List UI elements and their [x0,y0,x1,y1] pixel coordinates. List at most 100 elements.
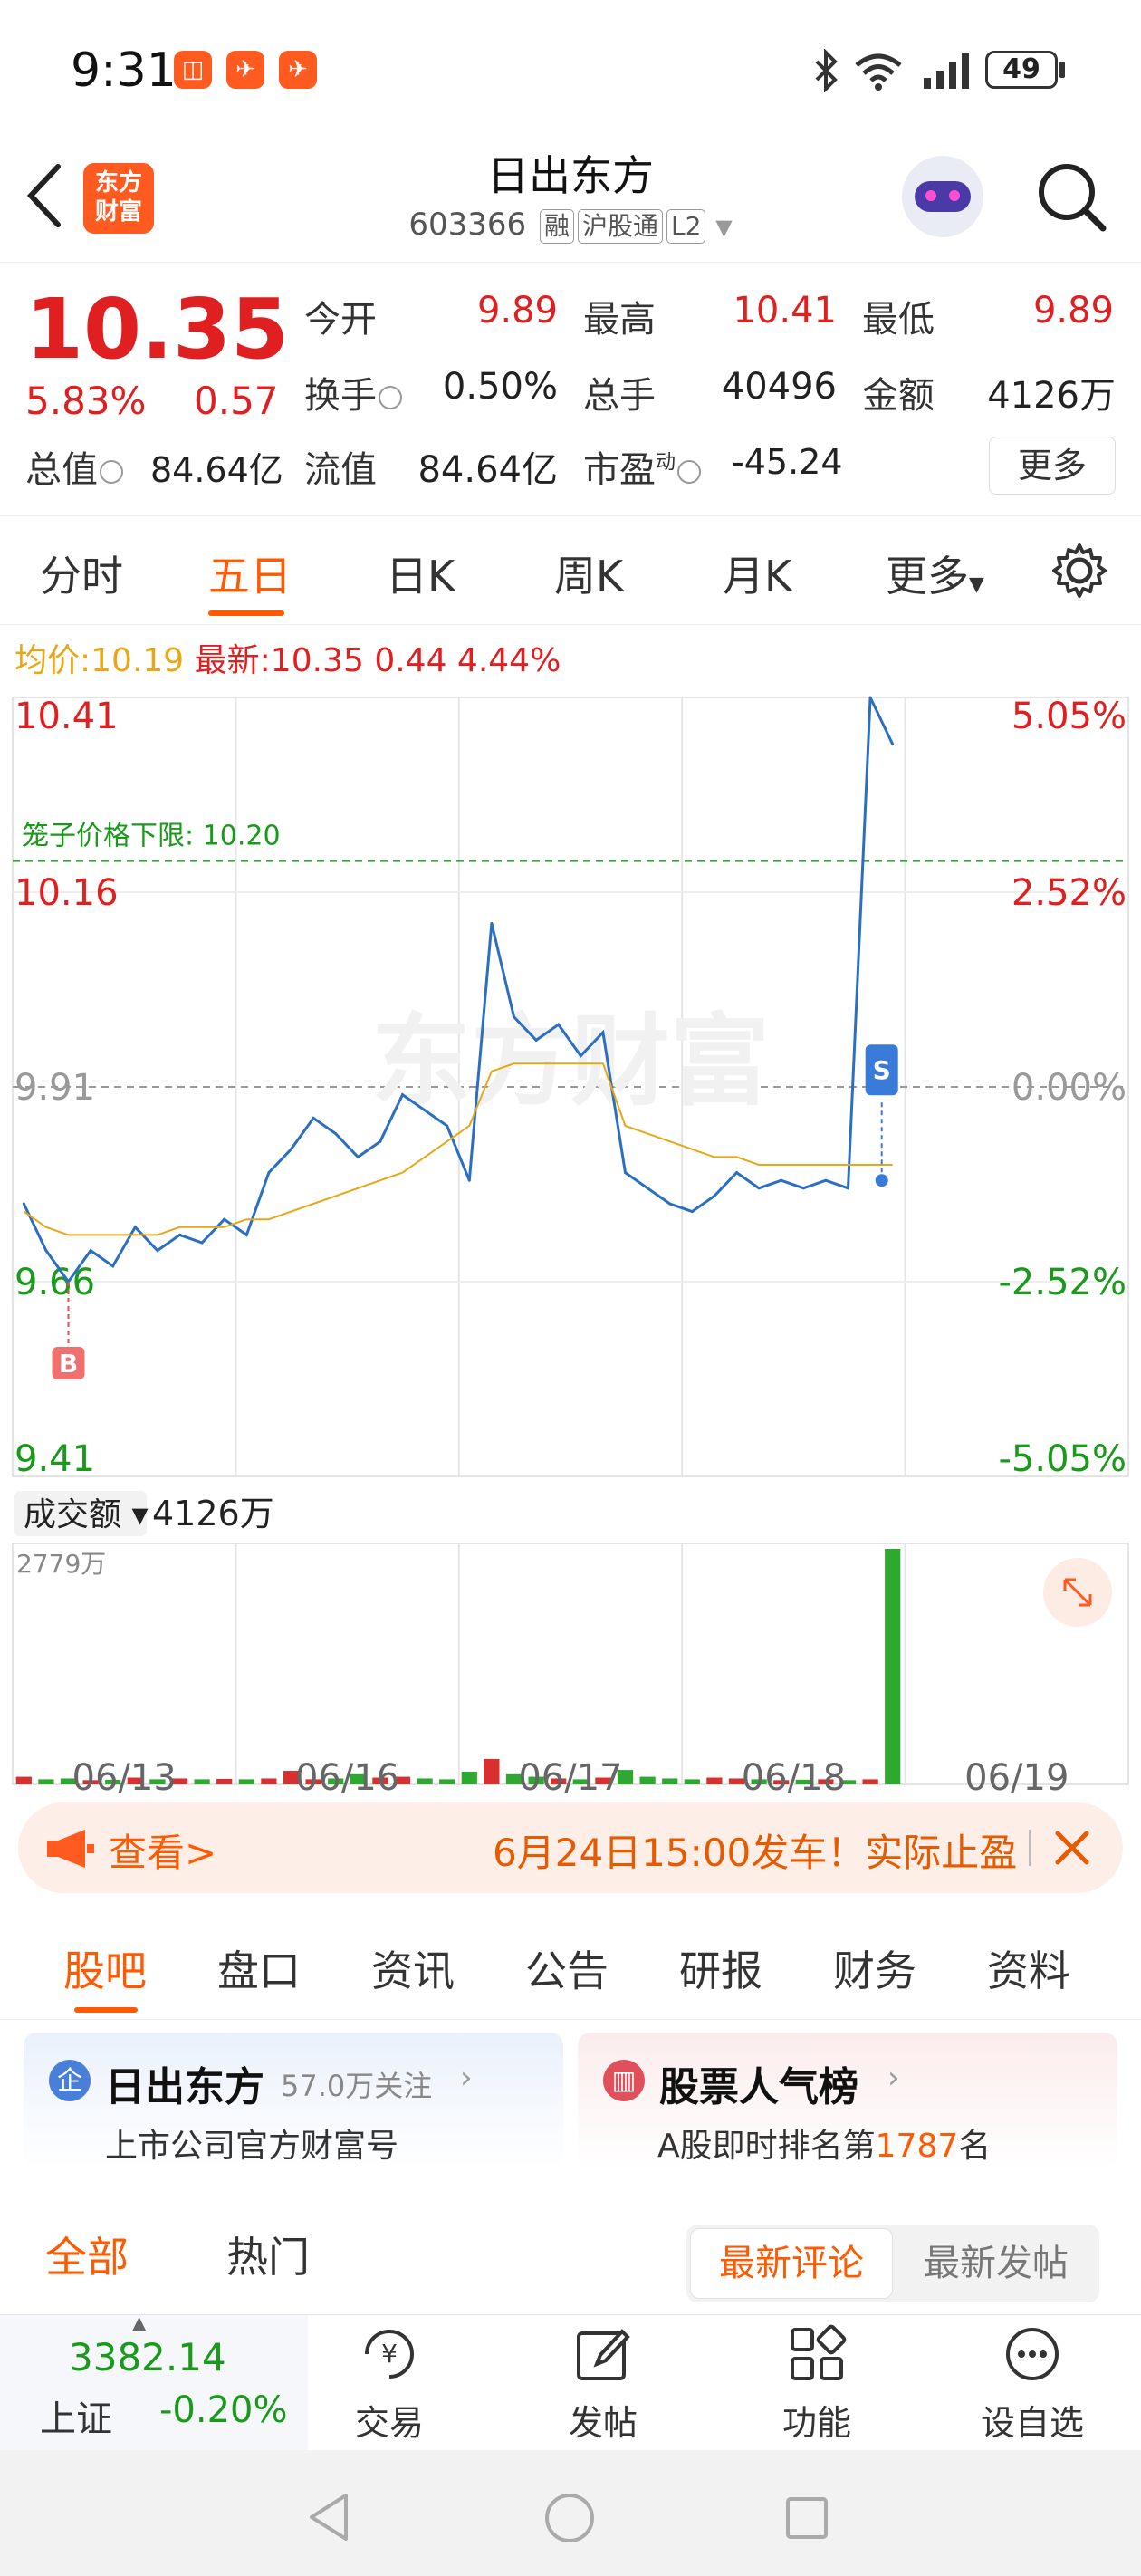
mktcap-label-text: 总值 [25,449,98,491]
nav-trade[interactable]: ¥ 交易 [317,2322,462,2445]
sort-latest-post[interactable]: 最新发帖 [896,2228,1096,2299]
more-button[interactable]: 更多 [989,437,1116,495]
volume-bar [639,1776,656,1784]
robot-avatar[interactable] [902,156,983,237]
price-point [22,1202,25,1206]
dropdown-icon[interactable]: ▼ [715,215,732,240]
notification-icon: ✈ [226,51,264,89]
rank-text: A股即时排名第1787名 [657,2119,991,2167]
price-point [713,1194,716,1197]
tab-guba[interactable]: 股吧 [63,1938,147,1998]
popularity-title: 股票人气榜 [659,2064,858,2110]
price-point [690,1210,694,1214]
status-bar: 9:31 ◫ ✈ ✈ 49 [0,0,1141,136]
x-axis-label: 06/16 [295,1757,399,1793]
tab-finance[interactable]: 财务 [833,1938,916,1998]
signal-icon [924,53,969,89]
company-account-card[interactable]: 企 日出东方 57.0万关注 › 上市公司官方财富号 [24,2033,563,2168]
price-point [156,1249,159,1253]
high-value: 10.41 [733,290,837,332]
tab-news[interactable]: 资讯 [371,1938,455,1998]
pe-label: 市盈动 [583,440,702,493]
rank-post: 名 [958,2128,992,2165]
popularity-card[interactable]: ▥ 股票人气榜 › A股即时排名第1787名 [578,2033,1117,2168]
price-point [801,1187,805,1190]
tab-intraday[interactable]: 分时 [40,543,123,603]
latest-change: 0.44 [374,642,447,679]
battery-level: 49 [1002,53,1040,85]
change-value: 0.57 [194,379,279,423]
tab-weekly-k[interactable]: 周K [554,543,623,603]
latest-pct: 4.44% [456,642,561,679]
sell-marker-label: S [873,1055,891,1085]
tab-all[interactable]: 全部 [45,2225,129,2284]
volume-bar [439,1779,455,1784]
wifi-icon [855,53,902,91]
volume-bar [885,1549,901,1784]
tag-level2: L2 [666,209,706,244]
latest-value: 10.35 [270,642,364,679]
index-value: 3382.14 [69,2335,226,2379]
tab-pankou[interactable]: 盘口 [217,1938,301,1998]
system-back-icon[interactable] [306,2492,353,2542]
pe-sup: 动 [656,451,676,475]
info-icon[interactable] [379,386,402,409]
tab-announcements[interactable]: 公告 [525,1938,609,1998]
nav-watchlist[interactable]: 设自选 [960,2322,1105,2445]
volume-bar [261,1778,277,1784]
price-point [668,1202,672,1206]
price-point [111,1264,115,1268]
volume-bar [238,1779,254,1784]
volume-bar [194,1779,210,1784]
close-icon[interactable] [1050,1826,1094,1870]
settings-icon[interactable] [1050,542,1108,600]
price-point [868,696,872,699]
volume-label: 总手 [583,375,656,417]
tab-profile[interactable]: 资料 [987,1938,1070,1998]
info-icon[interactable] [677,460,702,484]
price-chart[interactable]: 笼子价格下限: 10.20 东方财富 10.41 5.05% 10.16 2.52% 9.9… [0,688,1141,1793]
stock-code: 603366 [408,207,527,243]
battery-tip [1060,62,1065,78]
sort-latest-comment[interactable]: 最新评论 [690,2228,893,2299]
company-title: 日出东方 [105,2064,264,2110]
price-point [490,921,494,925]
price-point [244,1233,248,1236]
nav-functions[interactable]: 功能 [744,2322,889,2445]
tag-connect: 沪股通 [577,209,663,244]
system-home-icon[interactable] [543,2492,596,2544]
system-recents-icon[interactable] [784,2495,829,2541]
dropdown-icon: ▼ [969,573,984,596]
tab-hot[interactable]: 热门 [226,2225,310,2284]
nav-post[interactable]: 发帖 [531,2322,676,2445]
battery-icon: 49 [985,51,1058,89]
tab-more[interactable]: 更多▼ [886,543,984,603]
price-point [891,743,895,746]
price-point [44,1249,48,1253]
banner-link[interactable]: 查看> [109,1822,216,1878]
price-point [178,1233,181,1236]
volume-bar [662,1778,678,1784]
bluetooth-icon [815,49,838,92]
period-tabs: 分时 五日 日K 周K 月K 更多▼ [0,516,1141,625]
feed-tabs: 全部 热门 最新评论 最新发帖 [0,2201,1141,2310]
search-icon[interactable] [1032,158,1110,235]
tab-daily-k[interactable]: 日K [386,543,455,603]
tab-monthly-k[interactable]: 月K [723,543,791,603]
banner-text: 6月24日15:00发车！实际止盈 [493,1831,1018,1875]
avg-label: 均价: [14,642,91,679]
info-icon[interactable] [100,460,123,484]
y-axis-right-label: 2.52% [1012,872,1127,914]
tab-research[interactable]: 研报 [679,1938,762,1998]
float-value: 84.64亿 [417,449,558,491]
megaphone-icon [47,1830,94,1868]
follower-count: 57.0万关注 [281,2069,433,2103]
promo-banner[interactable]: 查看> 6月24日15:00发车！实际止盈 [18,1802,1123,1893]
index-ticker[interactable]: ▲ 3382.14 上证 -0.20% [0,2312,308,2451]
y-axis-left-label: 9.66 [14,1262,95,1303]
low-label: 最低 [862,299,935,341]
tab-five-day[interactable]: 五日 [208,543,292,603]
price-point [624,1171,627,1175]
price-point [467,1178,471,1182]
tab-more-label: 更多 [886,552,969,601]
